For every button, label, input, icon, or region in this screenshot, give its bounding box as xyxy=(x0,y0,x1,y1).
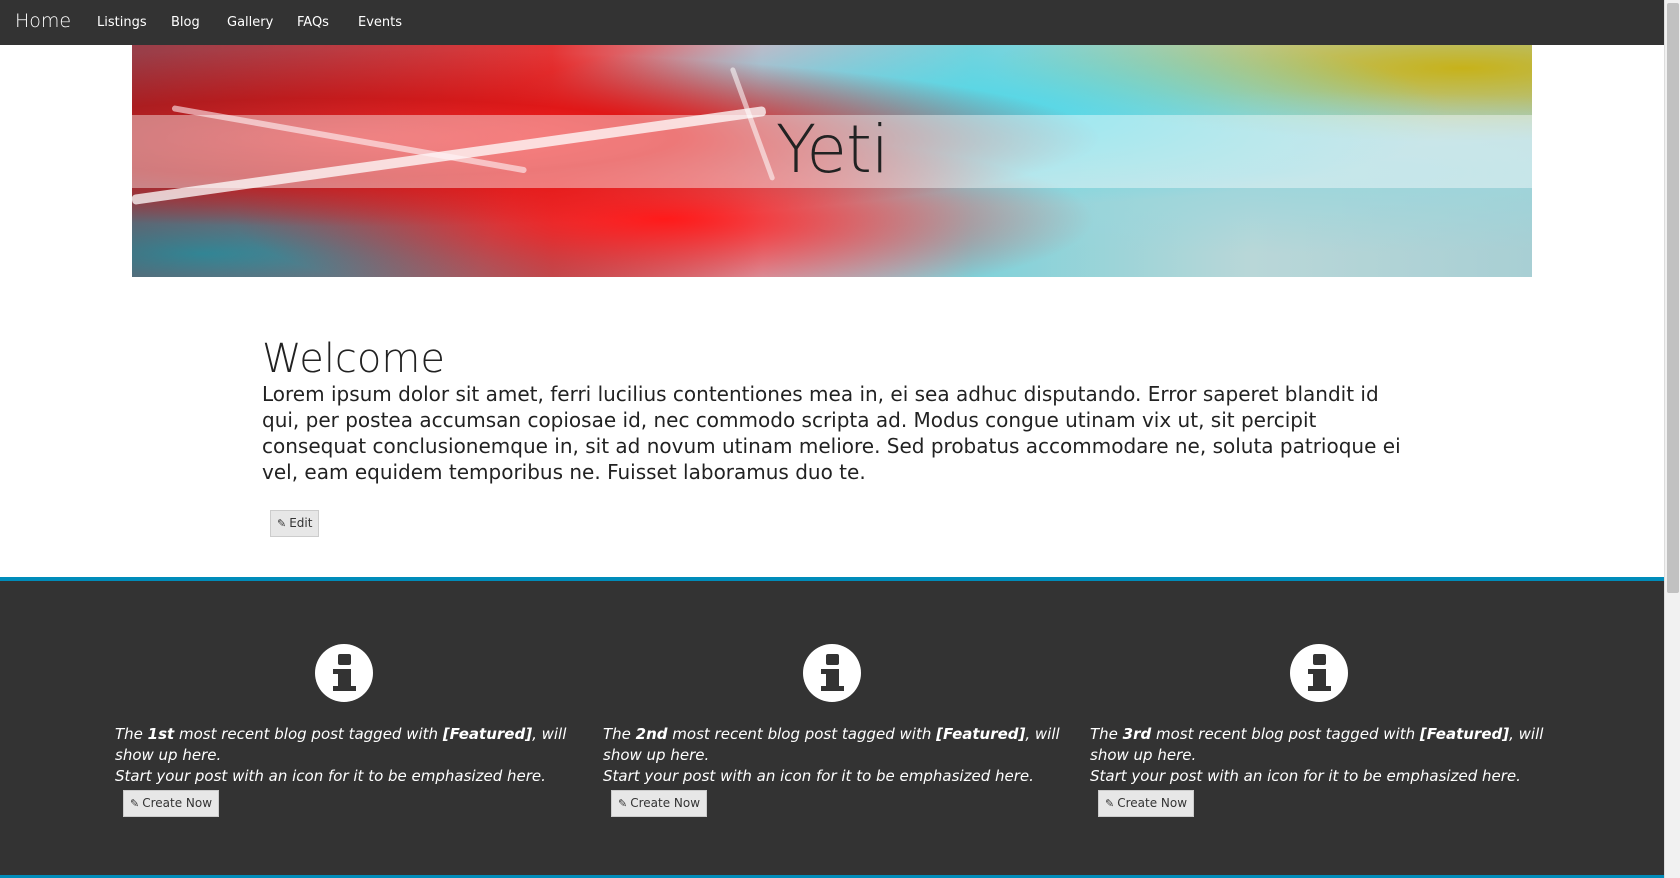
pencil-icon: ✎ xyxy=(618,797,628,810)
info-circle-icon xyxy=(1290,644,1348,702)
featured-post-text-3: The 3rd most recent blog post tagged wit… xyxy=(1090,725,1544,785)
featured-post-text-1: The 1st most recent blog post tagged wit… xyxy=(115,725,567,785)
nav-link-blog[interactable]: Blog xyxy=(171,15,200,30)
welcome-body-text: Lorem ipsum dolor sit amet, ferri lucili… xyxy=(262,382,1401,484)
top-navbar: Home Listings Blog Gallery FAQs Events xyxy=(0,0,1664,45)
create-now-button-2[interactable]: ✎ Create Now xyxy=(611,790,708,817)
scrollbar-thumb[interactable] xyxy=(1667,3,1679,593)
pencil-icon: ✎ xyxy=(130,797,140,810)
hero-title: Yeti xyxy=(775,111,889,188)
create-now-button-3[interactable]: ✎ Create Now xyxy=(1098,790,1195,817)
edit-button[interactable]: ✎ Edit xyxy=(270,510,320,537)
page-scrollbar[interactable] xyxy=(1664,0,1680,878)
info-circle-icon xyxy=(315,644,373,702)
create-now-button-1[interactable]: ✎ Create Now xyxy=(123,790,220,817)
welcome-heading: Welcome xyxy=(262,336,445,382)
create-now-label: Create Now xyxy=(142,796,213,810)
featured-post-text-2: The 2nd most recent blog post tagged wit… xyxy=(603,725,1060,785)
pencil-icon: ✎ xyxy=(277,517,287,530)
nav-home-link[interactable]: Home xyxy=(15,10,71,32)
create-now-label: Create Now xyxy=(630,796,701,810)
nav-link-events[interactable]: Events xyxy=(358,15,402,30)
hero-banner: Yeti xyxy=(132,45,1532,277)
nav-link-gallery[interactable]: Gallery xyxy=(227,15,273,30)
info-circle-icon xyxy=(803,644,861,702)
nav-link-faqs[interactable]: FAQs xyxy=(297,15,329,30)
pencil-icon: ✎ xyxy=(1105,797,1115,810)
create-now-label: Create Now xyxy=(1117,796,1188,810)
nav-link-listings[interactable]: Listings xyxy=(97,15,147,30)
edit-button-label: Edit xyxy=(289,516,313,530)
